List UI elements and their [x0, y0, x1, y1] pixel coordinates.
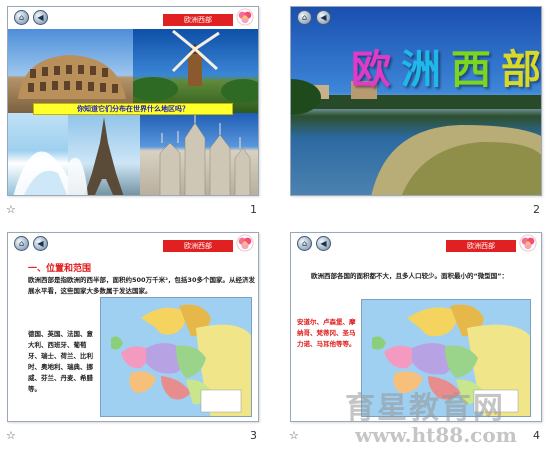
home-icon[interactable]: ⌂ — [14, 236, 29, 251]
question-banner: 你知道它们分布在世界什么地区吗？ — [33, 103, 233, 115]
arrow-left-icon[interactable]: ◀ — [33, 236, 48, 251]
slide-title: 欧 洲 西 部 — [351, 37, 541, 95]
country-list: 德国、英国、法国、意大利、西班牙、葡萄牙、瑞士、荷兰、比利时、奥地利、瑞典、挪威… — [28, 330, 93, 393]
slide-thumbnail-2[interactable]: ⌂ ◀ 欧 洲 西 部 2 — [283, 0, 550, 225]
slide-thumbnail-3[interactable]: ⌂ ◀ 欧洲西部 一、位置和范围 欧洲西部是指欧洲的西半部，面积约500万千米²… — [0, 226, 275, 451]
slide-number: 2 — [533, 203, 540, 216]
title-char: 洲 — [401, 46, 441, 93]
flower-icon — [519, 234, 537, 252]
eiffel-tower-photo — [68, 113, 140, 195]
flower-icon — [236, 8, 254, 26]
slide-topbar: ⌂ ◀ 欧洲西部 — [291, 233, 541, 255]
windmill-photo — [133, 29, 258, 113]
slide-topbar: ⌂ ◀ 欧洲西部 — [8, 233, 258, 255]
star-icon[interactable]: ☆ — [6, 203, 16, 216]
home-icon[interactable]: ⌂ — [297, 236, 312, 251]
slide-label: 欧洲西部 — [446, 240, 516, 252]
title-char: 西 — [451, 46, 491, 93]
watermark-text: 育星教育网 — [345, 391, 505, 426]
star-icon[interactable]: ☆ — [6, 429, 16, 442]
colosseum-photo — [8, 29, 133, 113]
intro-text: 欧洲西部各国的面积都不大，且多人口较少。面积最小的“微型国”： — [311, 272, 509, 280]
slide-canvas: ⌂ ◀ 欧洲西部 你知道它们分布在世界什么地区吗？ — [7, 6, 259, 196]
watermark-url: www.ht88.com — [355, 423, 517, 447]
slide-number: 1 — [250, 203, 257, 216]
title-char: 欧 — [351, 46, 391, 93]
slide-thumbnail-1[interactable]: ⌂ ◀ 欧洲西部 你知道它们分布在世界什么地区吗？ ☆ 1 — [0, 0, 275, 225]
lake-landscape-photo — [291, 7, 541, 195]
flower-icon — [236, 234, 254, 252]
title-char: 部 — [501, 46, 541, 93]
star-icon[interactable]: ☆ — [289, 429, 299, 442]
slide-number: 3 — [250, 429, 257, 442]
slide-canvas: ⌂ ◀ 欧 洲 西 部 — [290, 6, 542, 196]
slide-topbar: ⌂ ◀ — [291, 7, 541, 29]
arrow-left-icon[interactable]: ◀ — [33, 10, 48, 25]
slide-label: 欧洲西部 — [163, 240, 233, 252]
intro-text: 欧洲西部是指欧洲的西半部，面积约500万千米²，包括30多个国家。从经济发展水平… — [28, 276, 255, 295]
arrow-left-icon[interactable]: ◀ — [316, 10, 331, 25]
slide-canvas: ⌂ ◀ 欧洲西部 一、位置和范围 欧洲西部是指欧洲的西半部，面积约500万千米²… — [7, 232, 259, 422]
europe-map — [100, 297, 252, 417]
slide-topbar: ⌂ ◀ 欧洲西部 — [8, 7, 258, 29]
slide-number: 4 — [533, 429, 540, 442]
arrow-left-icon[interactable]: ◀ — [316, 236, 331, 251]
section-heading: 一、位置和范围 — [28, 264, 92, 274]
microstate-list: 安道尔、卢森堡、摩纳哥、梵蒂冈、圣马力诺、马耳他等等。 — [297, 318, 356, 348]
milan-cathedral-photo — [140, 113, 258, 195]
home-icon[interactable]: ⌂ — [297, 10, 312, 25]
slide-label: 欧洲西部 — [163, 14, 233, 26]
home-icon[interactable]: ⌂ — [14, 10, 29, 25]
